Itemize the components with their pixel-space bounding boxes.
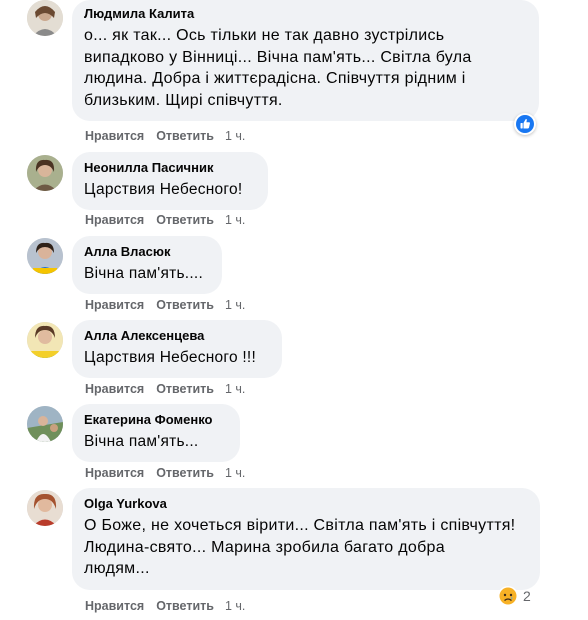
comment-author[interactable]: Алла Алексенцева — [84, 328, 270, 344]
comment-actions: Нравится Ответить 1 ч. — [85, 465, 245, 481]
comment-line: Вічна пам'ять... — [84, 433, 199, 450]
comment-line: Царствия Небесного! — [84, 181, 243, 198]
reaction-count: 2 — [523, 588, 531, 604]
comment-actions: Нравится Ответить 1 ч. — [85, 598, 245, 614]
reply-link[interactable]: Ответить — [156, 128, 214, 144]
comment-bubble: Екатерина Фоменко Вічна пам'ять... — [72, 404, 240, 462]
comment-timestamp[interactable]: 1 ч. — [225, 128, 245, 144]
comment-author[interactable]: Екатерина Фоменко — [84, 412, 228, 428]
comment-line: Вічна пам'ять.... — [84, 265, 204, 282]
comment-author[interactable]: Алла Власюк — [84, 244, 210, 260]
reply-link[interactable]: Ответить — [156, 381, 214, 397]
like-link[interactable]: Нравится — [85, 128, 144, 144]
comment-bubble: Olga Yurkova О Боже, не хочеться вірити.… — [72, 488, 540, 590]
comment-line: людям... — [84, 560, 150, 577]
like-reaction-badge[interactable] — [514, 113, 536, 135]
comment-text: Царствия Небесного !!! — [84, 347, 270, 369]
comment-line: випадково у Вінниці... Вічна пам'ять... … — [84, 48, 472, 66]
like-link[interactable]: Нравится — [85, 381, 144, 397]
comment-bubble: Неонилла Пасичник Царствия Небесного! — [72, 152, 268, 210]
comment-bubble: Алла Власюк Вічна пам'ять.... — [72, 236, 222, 294]
avatar[interactable] — [27, 322, 63, 358]
comment-line: близьким. Щирі співчуття. — [84, 91, 283, 109]
comment-line: Царствия Небесного !!! — [84, 349, 257, 366]
comment-bubble: Людмила Калита о... як так... Ось тільки… — [72, 0, 539, 121]
avatar[interactable] — [27, 155, 63, 191]
comment-timestamp[interactable]: 1 ч. — [225, 465, 245, 481]
avatar[interactable] — [27, 406, 63, 442]
avatar[interactable] — [27, 490, 63, 526]
comment-text: Царствия Небесного! — [84, 179, 256, 201]
like-link[interactable]: Нравится — [85, 465, 144, 481]
avatar[interactable] — [27, 0, 63, 36]
reaction-summary[interactable]: 2 — [497, 585, 531, 607]
like-link[interactable]: Нравится — [85, 598, 144, 614]
comment-text: о... як так... Ось тільки не так давно з… — [84, 25, 527, 111]
like-link[interactable]: Нравится — [85, 297, 144, 313]
comment-text: О Боже, не хочеться вірити... Світла пам… — [84, 515, 528, 580]
comment-text: Вічна пам'ять.... — [84, 263, 210, 285]
comment-author[interactable]: Olga Yurkova — [84, 496, 528, 512]
sad-face-icon — [498, 586, 518, 606]
comment-author[interactable]: Людмила Калита — [84, 6, 527, 22]
comment-bubble: Алла Алексенцева Царствия Небесного !!! — [72, 320, 282, 378]
comment-actions: Нравится Ответить 1 ч. — [85, 381, 245, 397]
comment-actions: Нравится Ответить 1 ч. — [85, 297, 245, 313]
reply-link[interactable]: Ответить — [156, 297, 214, 313]
like-link[interactable]: Нравится — [85, 212, 144, 228]
comment-timestamp[interactable]: 1 ч. — [225, 212, 245, 228]
avatar[interactable] — [27, 238, 63, 274]
comment-timestamp[interactable]: 1 ч. — [225, 598, 245, 614]
comment-line: о... як так... Ось тільки не так давно з… — [84, 27, 445, 44]
comment-actions: Нравится Ответить 1 ч. — [85, 212, 245, 228]
comment-actions: Нравится Ответить 1 ч. — [85, 128, 245, 144]
thumbs-up-icon — [516, 115, 534, 133]
reply-link[interactable]: Ответить — [156, 465, 214, 481]
comment-line: Людина-свято... Марина зробила багато до… — [84, 538, 445, 556]
comment-timestamp[interactable]: 1 ч. — [225, 297, 245, 313]
reply-link[interactable]: Ответить — [156, 212, 214, 228]
comment-line: людина. Добра і життєрадісна. Співчуття … — [84, 70, 466, 87]
comment-text: Вічна пам'ять... — [84, 431, 228, 453]
comment-timestamp[interactable]: 1 ч. — [225, 381, 245, 397]
comment-line: О Боже, не хочеться вірити... Світла пам… — [84, 517, 516, 534]
reply-link[interactable]: Ответить — [156, 598, 214, 614]
comment-author[interactable]: Неонилла Пасичник — [84, 160, 256, 176]
